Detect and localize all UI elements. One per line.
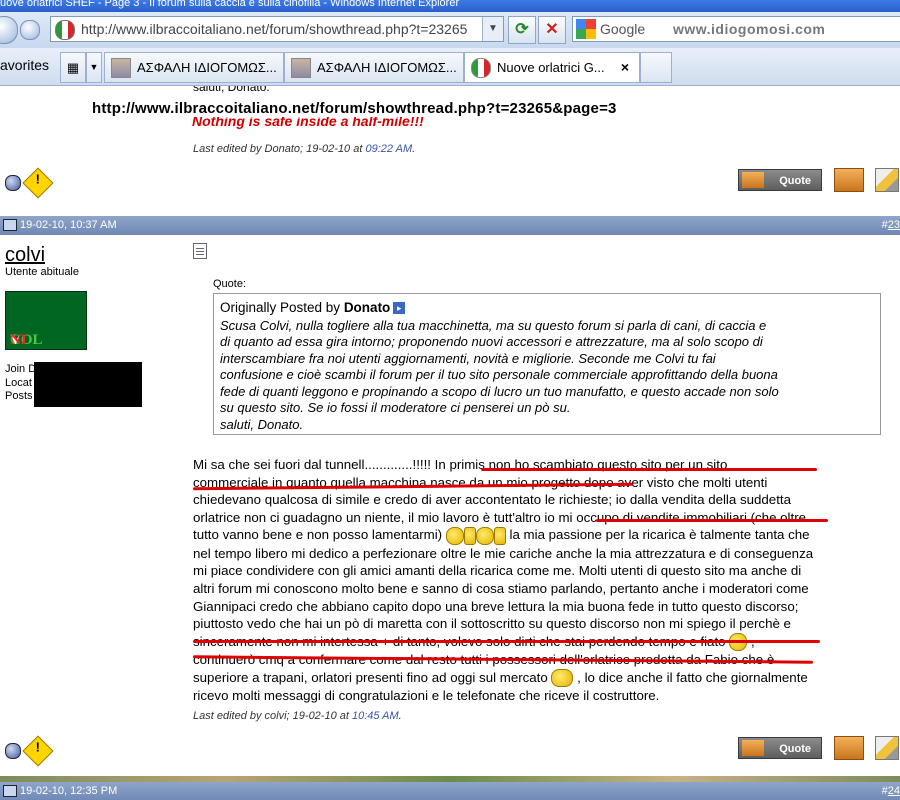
- post-document-icon: [193, 243, 207, 259]
- quick-reply-icon[interactable]: [875, 736, 900, 760]
- report-post-icon[interactable]: !: [22, 167, 54, 199]
- new-tab-button[interactable]: [640, 52, 672, 83]
- search-placeholder: Google: [600, 21, 646, 37]
- prev-post-text: saluti, Donato.: [193, 86, 270, 94]
- smiley-icon: [445, 526, 464, 545]
- message-part-2: la mia passione per la ricarica è talmen…: [193, 527, 814, 648]
- user-location: Locat: [5, 377, 32, 389]
- annotation-underline: [193, 640, 820, 643]
- quote-book-icon: [742, 740, 764, 756]
- address-toolbar: http://www.ilbraccoitaliano.net/forum/sh…: [0, 12, 900, 48]
- next-post-date: 19-02-10, 12:35 PM: [20, 785, 118, 797]
- post-date: 19-02-10, 10:37 AM: [20, 219, 117, 231]
- edit-suffix: .: [412, 143, 416, 155]
- quick-reply-icon[interactable]: [875, 168, 900, 192]
- next-post-header: 19-02-10, 12:35 PM #24: [0, 782, 900, 800]
- post-header: 19-02-10, 10:37 AM #23: [0, 216, 900, 235]
- edit-suffix: .: [398, 710, 402, 722]
- avatar-text-3: NI: [10, 332, 27, 348]
- next-post-number[interactable]: #24: [882, 782, 900, 800]
- refresh-button[interactable]: ⟳: [508, 16, 536, 44]
- edit-time: 09:22 AM: [365, 143, 413, 155]
- laughing-smiley-icon: [475, 526, 494, 545]
- search-box[interactable]: Google www.idiogomosi.com: [572, 16, 900, 42]
- username-link[interactable]: colvi: [5, 244, 45, 267]
- back-button[interactable]: [0, 16, 18, 44]
- stop-button[interactable]: ✕: [538, 16, 566, 44]
- tab-3-active[interactable]: Nuove orlatrici G... ×: [464, 52, 640, 83]
- address-bar[interactable]: http://www.ilbraccoitaliano.net/forum/sh…: [50, 16, 504, 42]
- post-message: Mi sa che sei fuori dal tunnell.........…: [193, 456, 893, 705]
- user-posts: Posts: [5, 390, 33, 402]
- quote-label: Quote: [779, 743, 811, 755]
- redaction-block: [34, 362, 142, 407]
- thumbs-up-icon: [463, 526, 476, 545]
- quote-label: Quote:: [213, 278, 247, 290]
- post-date-icon: [3, 785, 17, 798]
- favorites-button[interactable]: avorites: [0, 57, 49, 73]
- address-dropdown-icon[interactable]: ▼: [482, 17, 503, 41]
- tab-favicon-icon: [471, 58, 491, 78]
- edit-time: 10:45 AM: [351, 710, 399, 722]
- quote-box: Originally Posted by Donato ▸ Scusa Colvi…: [213, 293, 881, 435]
- offline-status-icon: [5, 175, 21, 191]
- tab-favicon-icon: [291, 58, 311, 78]
- post-number-link[interactable]: 23: [888, 219, 900, 231]
- quote-origin-prefix: Originally Posted by: [220, 300, 344, 315]
- close-tab-icon[interactable]: ×: [621, 53, 629, 82]
- window-title-bar: uove orlatrici SHEF - Page 3 - Il forum …: [0, 0, 900, 12]
- prev-post-status: !: [5, 167, 54, 199]
- address-text: http://www.ilbraccoitaliano.net/forum/sh…: [81, 21, 468, 37]
- post-last-edited: Last edited by colvi; 19-02-10 at 10:45 …: [193, 710, 402, 722]
- tab-list-dropdown-icon[interactable]: ▼: [86, 52, 102, 83]
- prev-post-last-edited: Last edited by Donato; 19-02-10 at 09:22…: [193, 143, 415, 155]
- post-number-link[interactable]: 24: [888, 785, 900, 797]
- avatar: COL VI NI: [5, 291, 87, 350]
- tab-bar: avorites ▦ ▼ ΑΣΦΑΛΗ ΙΔΙΟΓΟΜΩΣ... ΑΣΦΑΛΗ …: [0, 48, 900, 86]
- site-favicon-icon: [55, 20, 75, 40]
- winking-smiley-icon: [551, 669, 574, 688]
- post-actions: Quote: [738, 736, 900, 760]
- google-icon: [576, 19, 596, 39]
- quote-label: Quote: [779, 175, 811, 187]
- user-title: Utente abituale: [5, 266, 79, 278]
- recent-pages-dropdown[interactable]: [20, 20, 40, 40]
- quote-button[interactable]: Quote: [738, 169, 822, 191]
- url-caption: http://www.ilbraccoitaliano.net/forum/sh…: [92, 100, 617, 117]
- quote-origin: Originally Posted by Donato ▸: [220, 300, 880, 317]
- tab-label: ΑΣΦΑΛΗ ΙΔΙΟΓΟΜΩΣ...: [137, 60, 277, 75]
- offline-status-icon: [5, 743, 21, 759]
- multi-quote-icon[interactable]: [833, 736, 864, 760]
- post-date-icon: [3, 219, 17, 232]
- user-join-date: Join D: [5, 363, 37, 375]
- report-post-icon[interactable]: !: [22, 735, 54, 767]
- edit-prefix: Last edited by colvi; 19-02-10 at: [193, 710, 352, 722]
- post-number[interactable]: #23: [882, 216, 900, 235]
- forum-page: saluti, Donato. Nothing is safe inside a…: [0, 86, 900, 800]
- quote-book-icon: [742, 172, 764, 188]
- tab-label: ΑΣΦΑΛΗ ΙΔΙΟΓΟΜΩΣ...: [317, 60, 457, 75]
- quote-origin-user: Donato: [343, 300, 391, 315]
- quote-text: Scusa Colvi, nulla togliere alla tua mac…: [220, 317, 779, 432]
- annotation-underline: [596, 519, 828, 522]
- watermark: www.idiogomosi.com: [673, 21, 826, 37]
- window-title: uove orlatrici SHEF - Page 3 - Il forum …: [0, 0, 460, 9]
- view-post-arrow-icon[interactable]: ▸: [393, 302, 406, 315]
- quick-tabs-icon[interactable]: ▦: [60, 52, 86, 83]
- thumbs-up-icon: [493, 526, 506, 545]
- edit-prefix: Last edited by Donato; 19-02-10 at: [193, 143, 366, 155]
- post-status: !: [5, 735, 54, 767]
- tab-1[interactable]: ΑΣΦΑΛΗ ΙΔΙΟΓΟΜΩΣ...: [104, 52, 284, 83]
- quote-button[interactable]: Quote: [738, 737, 822, 759]
- multi-quote-icon[interactable]: [833, 168, 864, 192]
- prev-post-actions: Quote: [738, 168, 900, 192]
- annotation-underline: [481, 468, 817, 471]
- tab-2[interactable]: ΑΣΦΑΛΗ ΙΔΙΟΓΟΜΩΣ...: [284, 52, 464, 83]
- tab-label: Nuove orlatrici G...: [497, 60, 605, 75]
- tab-favicon-icon: [111, 58, 131, 78]
